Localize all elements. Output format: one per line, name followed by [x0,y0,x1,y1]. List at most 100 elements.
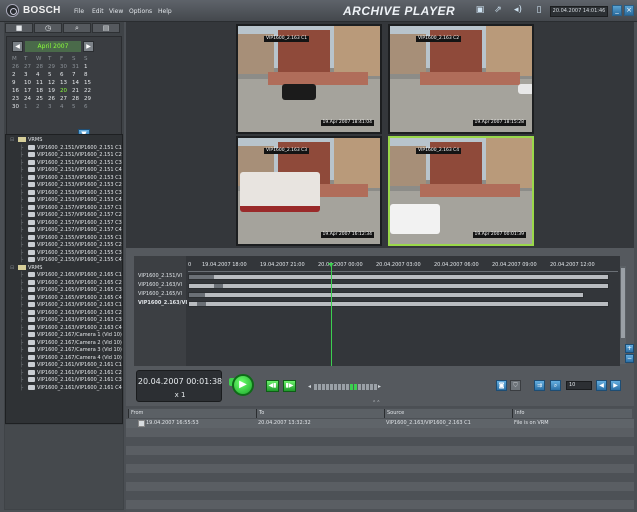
tree-item[interactable]: ├ VIP1600_2.165/VIP1600_2.165 C1 [20,272,122,279]
calendar-day[interactable]: 30 [12,103,24,111]
calendar-day[interactable]: 6 [60,71,72,79]
calendar-day[interactable]: 26 [12,63,24,71]
timeline-track-bar[interactable] [188,292,584,298]
tree-item[interactable]: ├ VIP1600_2.163/VIP1600_2.163 C4 [20,324,122,332]
calendar-day[interactable]: 28 [36,63,48,71]
search-tab-icon[interactable]: ⌕ [63,23,91,33]
video-tile[interactable]: VIP1600_2.163 C1 19.Apr 2007 18:41:04 [236,24,382,134]
tree-item[interactable]: ├ VIP1600_2.161/VIP1600_2.161 C1 [20,362,122,369]
tree-item[interactable]: ├ VIP1600_2.165/VIP1600_2.165 C3 [20,287,122,294]
calendar-day[interactable]: 7 [72,71,84,79]
timeline-scroll-thumb[interactable] [621,268,625,338]
tree-item[interactable]: ├ VIP1600_2.151/VIP1600_2.151 C3 [20,159,122,167]
calendar-day[interactable]: 4 [36,71,48,79]
calendar-day[interactable]: 30 [60,63,72,71]
tree-item[interactable]: ├ VIP1600_2.167/Camera 2 (Vid 10) [20,339,122,347]
calendar-day[interactable]: 20 [60,87,72,95]
calendar-day[interactable]: 8 [84,71,96,79]
search-motion-icon[interactable]: ⌕ [550,380,561,391]
video-tile[interactable]: VIP1600_2.163 C2 19.Apr 2007 18:15:28 [388,24,534,134]
calendar-day[interactable]: 5 [48,71,60,79]
prev-bookmark-icon[interactable]: ◀ [596,380,607,391]
minimize-button[interactable]: _ [612,5,622,16]
snapshot-icon[interactable]: ◙ [496,380,507,391]
zoom-in-icon[interactable]: + [625,344,634,353]
result-row[interactable]: 19.04.2007 16:55:53 20.04.2007 13:32:32 VI… [126,419,634,428]
calendar-day[interactable]: 3 [48,103,60,111]
calendar-day[interactable]: 11 [36,79,48,87]
tree-item[interactable]: ├ VIP1600_2.151/VIP1600_2.151 C2 [20,152,122,159]
tree-item[interactable]: ├ VIP1600_2.157/VIP1600_2.157 C4 [20,227,122,234]
calendar-day[interactable]: 23 [12,95,24,103]
export-icon[interactable]: ⇗ [492,5,504,16]
tree-item[interactable]: ├ VIP1600_2.153/VIP1600_2.153 C4 [20,197,122,204]
speaker-icon[interactable]: ◂) [512,5,524,16]
protect-icon[interactable]: ⛉ [510,380,521,391]
bookmark-tab-icon[interactable]: ▤ [92,23,120,33]
calendar-day[interactable]: 5 [72,103,84,111]
timeline-track-name[interactable]: VIP1600_2.151/VI [138,273,182,279]
calendar-day[interactable]: 27 [60,95,72,103]
tree-item[interactable]: ├ VIP1600_2.155/VIP1600_2.155 C4 [20,257,122,264]
calendar-day[interactable]: 1 [84,63,96,71]
calendar-day[interactable]: 6 [84,103,96,111]
timeline-track-bar[interactable] [188,274,609,280]
tree-item[interactable]: ├ VIP1600_2.161/VIP1600_2.161 C4 [20,384,122,392]
tree-item[interactable]: ├ VIP1600_2.157/VIP1600_2.157 C1 [20,204,122,212]
calendar-day[interactable]: 28 [72,95,84,103]
tree-item[interactable]: ├ VIP1600_2.157/VIP1600_2.157 C3 [20,219,122,227]
tree-item[interactable]: ├ VIP1600_2.167/Camera 1 (Vid 10) [20,332,122,339]
menu-edit[interactable]: Edit [92,8,104,15]
column-header-source[interactable]: Source [384,409,512,418]
menu-view[interactable]: View [109,8,123,15]
calendar-day[interactable]: 27 [24,63,36,71]
play-button[interactable]: ▶ [232,374,254,396]
timeline-track-name[interactable]: VIP1600_2.163/VI [138,282,182,288]
timeline-track-bar[interactable] [188,301,609,307]
tree-item[interactable]: ├ VIP1600_2.165/VIP1600_2.165 C2 [20,279,122,287]
tree-folder[interactable]: ⊟ VRMS [10,137,42,144]
battery-icon[interactable]: ▯ [533,5,545,16]
tree-item[interactable]: ├ VIP1600_2.167/Camera 3 (Vid 10) [20,347,122,354]
tree-item[interactable]: ├ VIP1600_2.165/VIP1600_2.165 C4 [20,294,122,302]
timeline-cursor[interactable] [331,266,332,366]
tree-item[interactable]: ├ VIP1600_2.161/VIP1600_2.161 C3 [20,377,122,384]
calendar-day[interactable]: 13 [60,79,72,87]
monitor-icon[interactable]: ▣ [474,5,486,16]
close-button[interactable]: × [624,5,634,16]
calendar-day[interactable]: 22 [84,87,96,95]
tree-item[interactable]: ├ VIP1600_2.163/VIP1600_2.163 C2 [20,309,122,317]
calendar-day[interactable]: 9 [12,79,24,87]
export-video-icon[interactable]: ⇉ [534,380,545,391]
calendar-day[interactable]: 1 [24,103,36,111]
collapse-icon[interactable]: ⌃⌃ [372,400,380,406]
tree-item[interactable]: ├ VIP1600_2.167/Camera 4 (Vid 10) [20,354,122,362]
calendar-day[interactable]: 2 [12,71,24,79]
calendar-day[interactable]: 31 [72,63,84,71]
menu-help[interactable]: Help [158,8,172,15]
timeline-track-name[interactable]: VIP1600_2.163/VI [138,300,187,306]
calendar-day[interactable]: 16 [12,87,24,95]
calendar-day[interactable]: 18 [36,87,48,95]
tree-item[interactable]: ├ VIP1600_2.157/VIP1600_2.157 C2 [20,212,122,219]
tree-item[interactable]: ├ VIP1600_2.161/VIP1600_2.161 C2 [20,369,122,377]
shuttle-slider[interactable] [314,383,380,391]
column-header-from[interactable]: From [128,409,256,418]
tree-item[interactable]: ├ VIP1600_2.153/VIP1600_2.153 C2 [20,182,122,189]
column-header-to[interactable]: To [256,409,384,418]
timeline-track-name[interactable]: VIP1600_2.165/VI [138,291,182,297]
tree-item[interactable]: ├ VIP1600_2.153/VIP1600_2.153 C1 [20,174,122,182]
tree-item[interactable]: ├ VIP1600_2.163/VIP1600_2.163 C3 [20,317,122,324]
zoom-out-icon[interactable]: − [625,354,634,363]
menu-file[interactable]: File [74,8,84,15]
next-month-button[interactable]: ▶ [83,41,94,52]
prev-month-button[interactable]: ◀ [12,41,23,52]
calendar-day[interactable]: 29 [84,95,96,103]
column-header-info[interactable]: Info [512,409,632,418]
menu-options[interactable]: Options [129,8,152,15]
step-value-field[interactable]: 10 [566,381,592,390]
video-tile[interactable]: VIP1600_2.163 C3 19.Apr 2007 16:12:34 [236,136,382,246]
video-tile[interactable]: VIP1600_2.163 C4 19.Apr 2007 00:01:39 [388,136,534,246]
calendar-day[interactable]: 3 [24,71,36,79]
calendar-day[interactable]: 17 [24,87,36,95]
